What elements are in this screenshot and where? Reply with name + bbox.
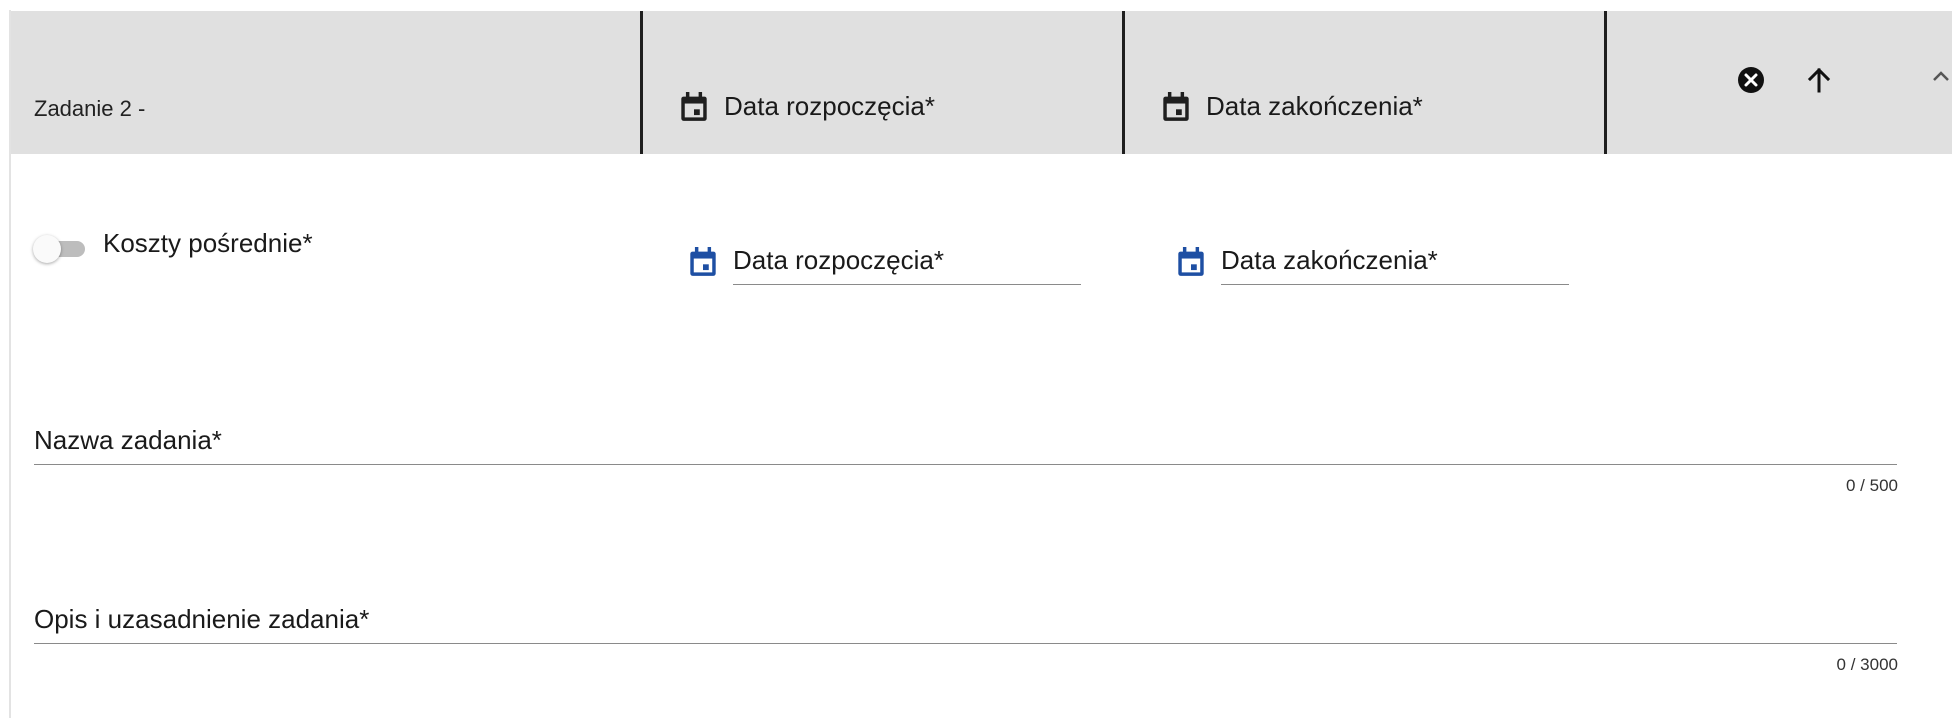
header-start-date-label: Data rozpoczęcia* xyxy=(724,91,935,121)
remove-task-button[interactable] xyxy=(1735,64,1767,96)
start-date-field[interactable]: Data rozpoczęcia* xyxy=(689,245,1081,285)
header-end-date-label: Data zakończenia* xyxy=(1206,91,1423,121)
header-actions xyxy=(1735,64,1835,96)
end-date-input[interactable]: Data zakończenia* xyxy=(1221,245,1569,285)
arrow-up-icon xyxy=(1807,67,1831,93)
task-description-input[interactable]: Opis i uzasadnienie zadania* xyxy=(34,604,1897,644)
chevron-up-icon[interactable] xyxy=(1928,64,1952,88)
header-end-date: Data zakończenia* xyxy=(1162,91,1423,122)
close-circle-icon xyxy=(1738,67,1764,93)
task-panel: Zadanie 2 - Data rozpoczęcia* Data zakoń… xyxy=(0,0,1952,718)
start-date-input[interactable]: Data rozpoczęcia* xyxy=(733,245,1081,285)
end-date-field[interactable]: Data zakończenia* xyxy=(1177,245,1569,285)
header-divider xyxy=(640,11,643,154)
toggle-thumb xyxy=(33,235,61,263)
task-title: Zadanie 2 - xyxy=(34,96,146,121)
calendar-icon xyxy=(681,91,707,121)
move-up-button[interactable] xyxy=(1803,64,1835,96)
indirect-costs-label: Koszty pośrednie* xyxy=(103,228,313,258)
indirect-costs-toggle[interactable] xyxy=(33,233,89,263)
task-name-counter: 0 / 500 xyxy=(1846,476,1898,495)
header-divider xyxy=(1122,11,1125,154)
header-start-date: Data rozpoczęcia* xyxy=(680,91,935,122)
calendar-icon[interactable] xyxy=(1177,247,1205,277)
calendar-icon xyxy=(1163,91,1189,121)
task-header[interactable]: Zadanie 2 - Data rozpoczęcia* Data zakoń… xyxy=(11,11,1952,154)
calendar-icon[interactable] xyxy=(689,247,717,277)
task-name-input[interactable]: Nazwa zadania* xyxy=(34,425,1897,465)
header-divider xyxy=(1604,11,1607,154)
task-description-counter: 0 / 3000 xyxy=(1836,655,1898,674)
